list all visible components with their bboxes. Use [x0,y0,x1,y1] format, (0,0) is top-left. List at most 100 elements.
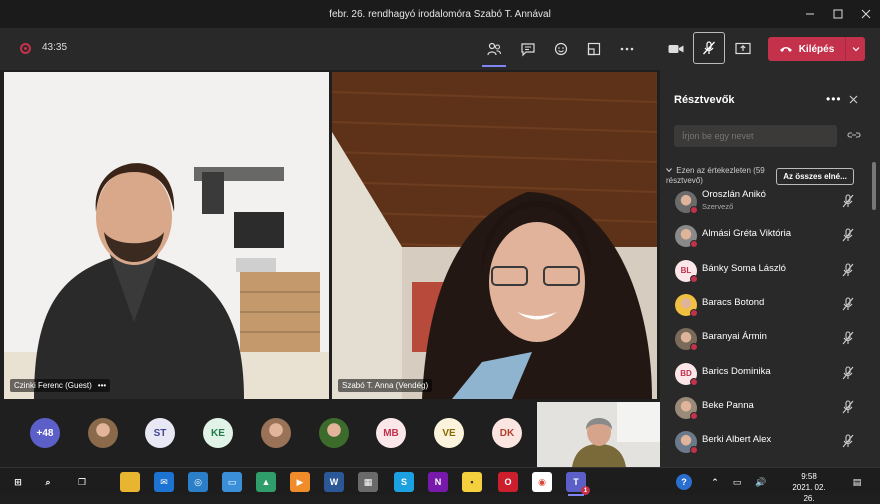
mail-icon[interactable]: ✉ [154,472,174,492]
mic-off-icon[interactable] [842,228,854,247]
participant-row[interactable]: BD Barics Dominika [660,358,870,392]
more-options-icon[interactable]: ••• [826,92,842,106]
participant-search-input[interactable] [674,125,837,147]
participant-name: Beke Panna [702,399,754,411]
network-icon[interactable]: ▭ [728,472,746,492]
hang-up-icon [779,47,792,52]
participant-name: Baranyai Ármin [702,331,767,343]
mic-off-icon[interactable] [693,32,725,64]
participant-video-image [332,72,657,399]
leave-button[interactable]: Kilépés [768,37,865,61]
participant-row[interactable]: Baranyai Ármin [660,323,870,357]
leave-main[interactable]: Kilépés [768,44,845,55]
rooms-icon[interactable] [582,37,606,61]
photos-icon[interactable]: ▭ [222,472,242,492]
video-name-label: Czinki Ferenc (Guest) ••• [10,379,111,392]
file-explorer-icon[interactable] [120,472,140,492]
participant-name: Almási Gréta Viktória [702,228,792,240]
copy-link-icon[interactable] [847,129,861,144]
panel-title: Résztvevők [674,94,735,106]
mic-off-icon[interactable] [842,400,854,419]
media-player-icon[interactable]: ▶ [290,472,310,492]
participant-avatar[interactable]: VE [434,418,464,448]
leave-options-button[interactable] [845,37,865,61]
mic-off-icon[interactable] [842,434,854,453]
participant-row[interactable]: Oroszlán Anikó Szervező [660,186,870,220]
avatar-initials: +48 [36,427,54,439]
opera-icon[interactable]: O [498,472,518,492]
close-icon[interactable] [851,0,880,28]
meeting-toolbar: 43:35 Kilépés [0,28,880,70]
mic-off-icon[interactable] [842,263,854,282]
video-name-label: Szabó T. Anna (Vendég) [338,379,433,392]
active-app-indicator [568,494,584,496]
store-icon[interactable]: ▦ [358,472,378,492]
close-icon[interactable] [849,93,858,107]
participant-name: Oroszlán Anikó [702,189,766,200]
admit-all-button[interactable]: Az összes elné... [776,168,854,185]
avatar-initials: MB [383,427,399,439]
recording-indicator-icon [20,43,31,54]
notification-icon[interactable]: ▤ [848,472,866,492]
chevron-up-icon[interactable]: ⌃ [706,472,724,492]
instagram-icon[interactable]: ◎ [188,472,208,492]
sticky-notes-icon[interactable]: ▪ [462,472,482,492]
search-icon[interactable]: ⌕ [38,472,58,492]
meeting-timer: 43:35 [42,42,68,53]
participant-row[interactable]: Baracs Botond [660,289,870,323]
self-view-video[interactable] [537,402,660,467]
window-titlebar: febr. 26. rendhagyó irodalomóra Szabó T.… [0,0,880,28]
presence-busy-icon [690,240,698,249]
chevron-down-icon [666,168,672,173]
participant-row[interactable]: BL Bánky Soma László [660,255,870,289]
skype-icon[interactable]: S [394,472,414,492]
avatar-initials: BD [680,369,692,378]
participant-row[interactable]: Almási Gréta Viktória [660,220,870,254]
meeting-section-header[interactable]: Ezen az értekezleten (59 résztvevő) [666,166,776,186]
chat-icon[interactable] [516,37,540,61]
presence-busy-icon [690,274,698,283]
more-options-icon[interactable]: ••• [98,381,106,390]
maps-icon[interactable]: ▲ [256,472,276,492]
help-icon[interactable]: ? [676,474,692,490]
participants-icon[interactable] [482,37,506,67]
minimize-icon[interactable] [795,0,825,28]
chrome-icon[interactable]: ◉ [532,472,552,492]
word-icon[interactable]: W [324,472,344,492]
participant-avatar[interactable]: KE [203,418,233,448]
participant-row[interactable]: Berki Albert Alex [660,426,870,460]
participant-avatar-photo[interactable] [319,418,349,448]
participant-avatar[interactable]: MB [376,418,406,448]
reactions-icon[interactable] [549,37,573,61]
participant-avatar[interactable]: ST [145,418,175,448]
participant-name: Barics Dominika [702,365,771,377]
clock-date: 2021. 02. 26. [792,483,826,503]
mic-off-icon[interactable] [842,331,854,350]
clock-time: 9:58 [801,472,817,481]
participant-name: Bánky Soma László [702,262,786,274]
mic-off-icon[interactable] [842,365,854,385]
section-label: Ezen az értekezleten (59 résztvevő) [666,166,765,185]
participant-row[interactable]: Beke Panna [660,392,870,426]
taskbar-clock[interactable]: 9:58 2021. 02. 26. [786,471,832,504]
scrollbar[interactable] [872,162,876,210]
mic-off-icon[interactable] [842,194,854,213]
more-actions-icon[interactable] [615,37,639,61]
participant-avatar-photo[interactable] [88,418,118,448]
share-screen-icon[interactable] [731,37,755,61]
camera-icon[interactable] [664,37,688,61]
participant-avatar[interactable]: +48 [30,418,60,448]
video-tile[interactable]: Czinki Ferenc (Guest) ••• [4,72,329,399]
task-view-icon[interactable]: ❐ [72,472,92,492]
windows-start-icon[interactable]: ⊞ [8,472,28,492]
onenote-icon[interactable]: N [428,472,448,492]
participant-avatar[interactable]: DK [492,418,522,448]
presence-busy-icon [690,377,698,386]
video-tile[interactable]: Szabó T. Anna (Vendég) [332,72,657,399]
participant-avatar-photo[interactable] [261,418,291,448]
teams-icon[interactable]: T1 [566,472,590,496]
video-stage: Czinki Ferenc (Guest) ••• Szabó T. Anna … [0,70,660,467]
mic-off-icon[interactable] [842,297,854,316]
maximize-icon[interactable] [823,0,853,28]
volume-icon[interactable]: 🔊 [752,472,770,492]
